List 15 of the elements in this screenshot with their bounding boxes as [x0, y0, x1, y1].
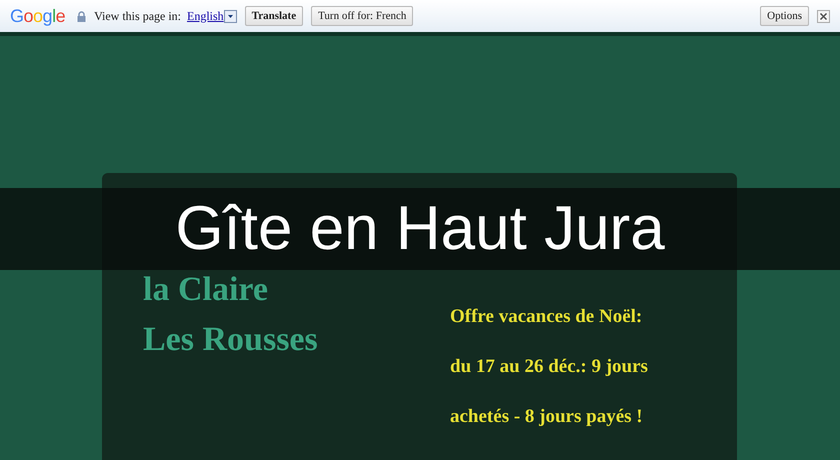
prompt-text: View this page in: — [94, 8, 182, 24]
close-icon[interactable] — [817, 10, 830, 22]
banner-title: Gîte en Haut Jura — [175, 198, 665, 260]
offer-line: achetés - 8 jours payés ! — [450, 406, 644, 427]
dropdown-icon[interactable] — [224, 10, 237, 22]
heading-line: Les Rousses — [143, 320, 319, 360]
translate-button[interactable]: Translate — [244, 6, 304, 26]
language-link[interactable]: English — [187, 8, 224, 24]
google-logo: Google — [10, 6, 66, 26]
lock-icon — [77, 10, 86, 22]
offer-line: du 17 au 26 déc.: 9 jours — [450, 356, 649, 377]
turn-off-button[interactable]: Turn off for: French — [311, 6, 414, 26]
options-button[interactable]: Options — [760, 6, 809, 26]
heading-line: la Claire — [143, 270, 269, 310]
offer-line: Offre vacances de Noël: — [450, 306, 644, 327]
